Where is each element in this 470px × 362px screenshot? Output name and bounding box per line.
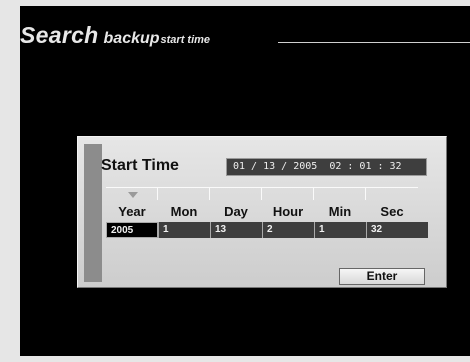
- column-header-year: Year: [118, 204, 146, 219]
- start-time-dialog: Start Time 01 / 13 / 2005 02 : 01 : 32 Y…: [77, 136, 447, 288]
- year-field[interactable]: 2005: [106, 222, 158, 238]
- datetime-display: 01 / 13 / 2005 02 : 01 : 32: [226, 158, 427, 176]
- selector-row: [106, 187, 428, 201]
- minute-field[interactable]: 1: [314, 222, 366, 238]
- selection-arrow-icon: [128, 192, 138, 198]
- time-value-row: 2005 1 13 2 1 32: [106, 222, 428, 238]
- column-header-mon: Mon: [170, 204, 198, 219]
- hour-field[interactable]: 2: [262, 222, 314, 238]
- column-header-day: Day: [224, 204, 248, 219]
- selector-cell-year: [106, 187, 158, 200]
- selector-cell-sec: [366, 187, 418, 200]
- time-field-table: Year Mon Day Hour Min Sec 2005 1 13 2 1 …: [106, 187, 428, 238]
- day-field[interactable]: 13: [210, 222, 262, 238]
- second-field[interactable]: 32: [366, 222, 418, 238]
- selector-cell-mon: [158, 187, 210, 200]
- panel-side-strip: [84, 144, 102, 282]
- title-underline: [278, 42, 470, 43]
- column-header-sec: Sec: [380, 204, 404, 219]
- month-field[interactable]: 1: [158, 222, 210, 238]
- selector-cell-hour: [262, 187, 314, 200]
- enter-button[interactable]: Enter: [339, 268, 425, 285]
- title-backup: backup: [103, 30, 160, 47]
- osd-screen: Search backupstart time Start Time 01 / 1…: [20, 6, 470, 356]
- start-time-label: Start Time: [101, 157, 179, 174]
- column-header-min: Min: [328, 204, 352, 219]
- column-header-hour: Hour: [272, 204, 304, 219]
- column-header-row: Year Mon Day Hour Min Sec: [106, 201, 428, 222]
- page-title: Search backupstart time: [20, 22, 210, 49]
- selector-cell-day: [210, 187, 262, 200]
- title-start-time: start time: [160, 34, 211, 46]
- selector-cell-min: [314, 187, 366, 200]
- title-search: Search: [20, 22, 99, 48]
